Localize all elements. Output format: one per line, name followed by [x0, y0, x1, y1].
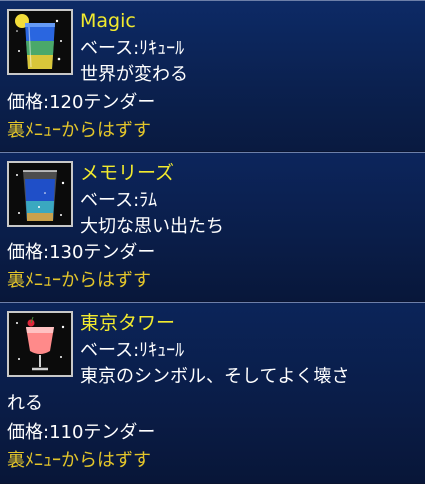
item-description: 世界が変わる [80, 64, 188, 85]
remove-from-menu-link[interactable]: 裏ﾒﾆｭｰからはずす [7, 449, 151, 473]
item-base: ベース:ﾗﾑ [80, 190, 158, 211]
secret-menu-list: Magic ベース:ﾘｷｭｰﾙ 世界が変わる 価格:120テンダー 裏ﾒﾆｭｰか… [0, 0, 425, 484]
item-base: ベース:ﾘｷｭｰﾙ [80, 340, 185, 361]
pink-cocktail-glass-icon [7, 311, 73, 377]
item-name: Magic [80, 10, 136, 32]
blue-tumbler-cocktail-icon [7, 161, 73, 227]
remove-from-menu-link[interactable]: 裏ﾒﾆｭｰからはずす [7, 269, 151, 293]
item-price: 価格:110テンダー [7, 422, 156, 443]
remove-from-menu-link[interactable]: 裏ﾒﾆｭｰからはずす [7, 119, 151, 143]
item-description: 東京のシンボル、そしてよく壊さ [80, 366, 350, 387]
blue-layered-cocktail-glass-icon [7, 9, 73, 75]
item-description: 大切な思い出たち [80, 216, 224, 237]
menu-item-card: 東京タワー ベース:ﾘｷｭｰﾙ 東京のシンボル、そしてよく壊さ れる 価格:11… [0, 302, 425, 484]
item-price: 価格:120テンダー [7, 92, 156, 113]
menu-item-card: メモリーズ ベース:ﾗﾑ 大切な思い出たち 価格:130テンダー 裏ﾒﾆｭｰから… [0, 152, 425, 302]
item-description-continued: れる [7, 393, 43, 414]
item-name: 東京タワー [80, 312, 176, 334]
item-base: ベース:ﾘｷｭｰﾙ [80, 38, 185, 59]
item-name: メモリーズ [80, 162, 175, 184]
menu-item-card: Magic ベース:ﾘｷｭｰﾙ 世界が変わる 価格:120テンダー 裏ﾒﾆｭｰか… [0, 0, 425, 152]
item-price: 価格:130テンダー [7, 242, 156, 263]
